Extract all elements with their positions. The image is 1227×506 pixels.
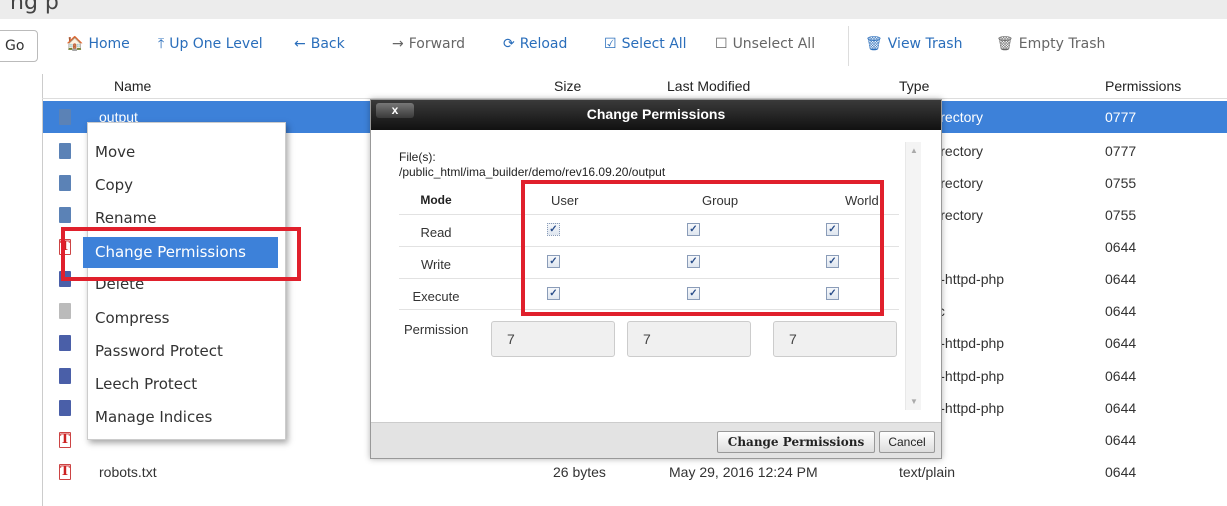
view-trash-label: View Trash [887, 36, 963, 52]
checkbox-empty-icon: ☐ [715, 36, 728, 52]
column-header-permissions[interactable]: Permissions [1105, 78, 1181, 94]
select-all-button[interactable]: ☑ Select All [604, 36, 687, 52]
menu-item-manage-indices[interactable]: Manage Indices [95, 408, 212, 426]
file-permissions: 0644 [1105, 368, 1137, 384]
group-permission-value[interactable]: 7 [627, 321, 751, 357]
file-permissions: 0777 [1105, 109, 1137, 125]
php-file-icon [59, 368, 71, 384]
php-file-icon [59, 400, 71, 416]
text-file-icon: T [59, 464, 71, 480]
column-header-name[interactable]: Name [114, 78, 151, 94]
files-label: File(s): [399, 150, 436, 164]
file-permissions: 0644 [1105, 400, 1137, 416]
file-permissions: 0644 [1105, 335, 1137, 351]
column-header-last-modified[interactable]: Last Modified [667, 78, 750, 94]
write-label: Write [420, 257, 452, 272]
files-path: /public_html/ima_builder/demo/rev16.09.2… [399, 165, 666, 179]
back-arrow-icon: ← [294, 36, 306, 52]
file-permissions: 0644 [1105, 303, 1137, 319]
file-permissions: 0644 [1105, 432, 1137, 448]
file-modified: May 29, 2016 12:24 PM [669, 464, 818, 480]
toolbar-separator [848, 26, 849, 66]
menu-item-rename[interactable]: Rename [95, 209, 157, 227]
file-permissions: 0644 [1105, 239, 1137, 255]
column-header-size[interactable]: Size [554, 78, 581, 94]
mode-header: Mode [420, 193, 452, 207]
menu-item-copy[interactable]: Copy [95, 176, 133, 194]
text-file-icon: T [59, 432, 71, 448]
file-name: robots.txt [99, 464, 157, 480]
up-level-icon: ⤒ [158, 36, 165, 52]
menu-item-leech-protect[interactable]: Leech Protect [95, 375, 197, 393]
permission-label: Permission [404, 322, 469, 337]
file-permissions: 0644 [1105, 271, 1137, 287]
file-permissions: 0777 [1105, 143, 1137, 159]
reload-label: Reload [519, 36, 568, 52]
file-size: 26 bytes [553, 464, 606, 480]
dialog-title: Change Permissions [371, 100, 941, 130]
unselect-all-button[interactable]: ☐ Unselect All [715, 36, 815, 52]
go-button[interactable]: Go [0, 30, 38, 62]
read-label: Read [420, 225, 452, 240]
folder-icon [59, 175, 71, 191]
forward-label: Forward [408, 36, 466, 52]
menu-item-compress[interactable]: Compress [95, 309, 169, 327]
execute-label: Execute [412, 289, 460, 304]
column-header-type[interactable]: Type [899, 78, 929, 94]
cancel-button[interactable]: Cancel [879, 431, 935, 453]
trash-icon: 🗑 [865, 36, 883, 52]
reload-icon: ⟳ [503, 36, 515, 52]
change-permissions-submit-button[interactable]: Change Permissions [717, 431, 875, 453]
generic-file-icon [59, 303, 71, 319]
menu-item-move[interactable]: Move [95, 143, 135, 161]
back-button[interactable]: ← Back [294, 36, 345, 52]
php-file-icon [59, 335, 71, 351]
view-trash-button[interactable]: 🗑 View Trash [865, 36, 962, 52]
back-label: Back [310, 36, 345, 52]
highlight-box-checkboxes [521, 180, 884, 316]
scroll-down-icon[interactable]: ▼ [910, 397, 918, 406]
file-permissions: 0755 [1105, 207, 1137, 223]
dialog-scrollbar[interactable]: ▲ ▼ [905, 142, 921, 410]
home-button[interactable]: 🏠 Home [66, 36, 130, 52]
user-permission-value[interactable]: 7 [491, 321, 615, 357]
menu-item-password-protect[interactable]: Password Protect [95, 342, 223, 360]
scroll-up-icon[interactable]: ▲ [910, 146, 918, 155]
home-label: Home [88, 36, 130, 52]
folder-icon [59, 109, 71, 125]
file-permissions: 0644 [1105, 464, 1137, 480]
up-one-level-button[interactable]: ⤒ Up One Level [158, 36, 263, 52]
forward-button[interactable]: → Forward [392, 36, 465, 52]
dialog-footer: Change Permissions Cancel [371, 422, 941, 458]
checkbox-checked-icon: ☑ [604, 36, 617, 52]
highlight-box-menu-item [61, 227, 301, 281]
world-permission-value[interactable]: 7 [773, 321, 897, 357]
table-row[interactable]: Trobots.txt 26 bytes May 29, 2016 12:24 PM… [43, 456, 1227, 488]
forward-arrow-icon: → [392, 36, 404, 52]
unselect-all-label: Unselect All [732, 36, 816, 52]
home-icon: 🏠 [66, 36, 84, 52]
file-type: text/plain [899, 464, 956, 480]
top-strip: ng p [0, 0, 1227, 19]
reload-button[interactable]: ⟳ Reload [503, 36, 567, 52]
empty-trash-button[interactable]: 🗑 Empty Trash [996, 36, 1105, 52]
folder-icon [59, 143, 71, 159]
select-all-label: Select All [621, 36, 687, 52]
up-one-level-label: Up One Level [169, 36, 263, 52]
top-strip-text: ng p [10, 0, 59, 15]
folder-icon [59, 207, 71, 223]
dialog-close-button[interactable]: x [376, 103, 414, 118]
empty-trash-icon: 🗑 [996, 36, 1014, 52]
file-permissions: 0755 [1105, 175, 1137, 191]
context-menu: Move Copy Rename Change Permissions Dele… [83, 122, 286, 440]
empty-trash-label: Empty Trash [1018, 36, 1106, 52]
